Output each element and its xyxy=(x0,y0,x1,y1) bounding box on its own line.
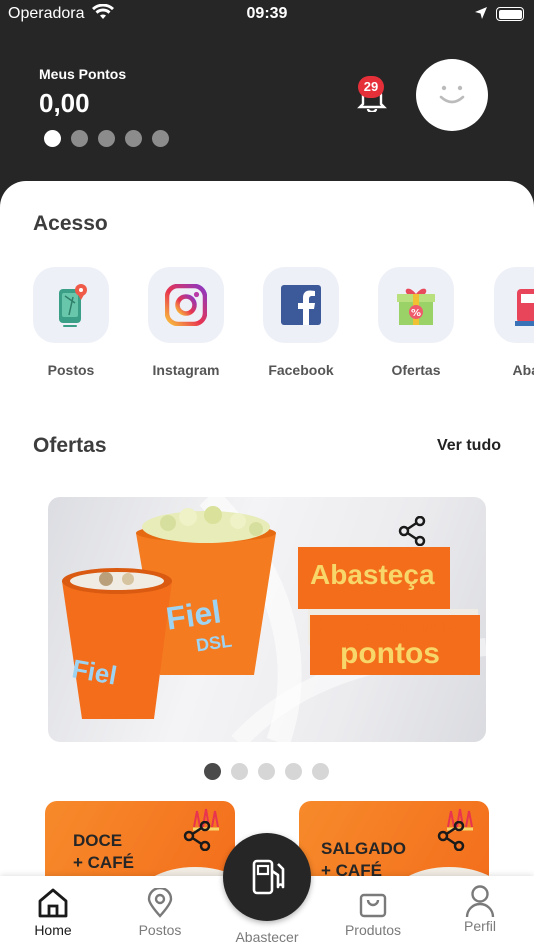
fuel-pump-icon[interactable] xyxy=(494,267,534,343)
access-label: Facebook xyxy=(268,362,334,378)
points-value: 0,00 xyxy=(39,88,90,118)
banner-headline: Abasteça xyxy=(310,559,435,590)
shopping-bag-icon xyxy=(359,893,387,918)
location-arrow-icon xyxy=(474,6,488,25)
map-pin-icon xyxy=(147,888,173,918)
pager-dot[interactable] xyxy=(285,763,302,780)
banner-cup-text: Fiel xyxy=(163,593,224,637)
refuel-label: Abastecer xyxy=(235,929,299,945)
banner-arrows: >> xyxy=(318,612,355,637)
access-item-postos[interactable]: Postos xyxy=(23,267,119,378)
offer-banner[interactable]: >> Fiel DSL Fiel Abasteça e acumule pont… xyxy=(48,497,486,742)
see-all-link[interactable]: Ver tudo xyxy=(437,437,501,455)
battery-icon xyxy=(496,7,524,21)
svg-text:%: % xyxy=(411,308,421,319)
pager-dot[interactable] xyxy=(152,130,169,147)
share-icon[interactable] xyxy=(183,820,211,856)
tab-postos[interactable]: Postos xyxy=(115,876,205,950)
pager-dot[interactable] xyxy=(312,763,329,780)
refuel-fab-button[interactable] xyxy=(223,833,311,921)
facebook-icon[interactable] xyxy=(263,267,339,343)
avatar[interactable] xyxy=(416,59,488,131)
access-item-abastecer[interactable]: Abast xyxy=(484,267,534,378)
offer-card-line1: SALGADO xyxy=(321,839,406,858)
access-label: Ofertas xyxy=(391,362,441,378)
points-label: Meus Pontos xyxy=(39,66,127,82)
access-label: Instagram xyxy=(152,362,220,378)
user-icon xyxy=(465,885,495,918)
banner-footline: pontos xyxy=(340,637,440,670)
access-item-ofertas[interactable]: % Ofertas xyxy=(368,267,464,378)
pager-dot[interactable] xyxy=(258,763,275,780)
tab-label: Produtos xyxy=(344,922,402,938)
access-shortcuts: Postos Instagram Facebook % Ofertas Ab xyxy=(0,267,534,387)
points-pager[interactable] xyxy=(44,130,169,147)
smiley-icon xyxy=(439,85,465,104)
pager-dot[interactable] xyxy=(204,763,221,780)
offer-card-line2: + CAFÉ xyxy=(73,853,134,872)
pager-dot[interactable] xyxy=(44,130,61,147)
map-pin-phone-icon[interactable] xyxy=(33,267,109,343)
banner-subline: e acumule xyxy=(362,617,455,638)
gift-icon[interactable]: % xyxy=(378,267,454,343)
access-label: Postos xyxy=(47,362,95,378)
pager-dot[interactable] xyxy=(125,130,142,147)
offer-card-line1: DOCE xyxy=(73,831,123,850)
pager-dot[interactable] xyxy=(231,763,248,780)
instagram-icon[interactable] xyxy=(148,267,224,343)
home-icon xyxy=(38,888,68,918)
notification-badge: 29 xyxy=(358,76,384,98)
tab-label: Postos xyxy=(138,922,182,938)
access-section-title: Acesso xyxy=(33,212,108,235)
access-item-facebook[interactable]: Facebook xyxy=(253,267,349,378)
offers-pager[interactable] xyxy=(204,763,329,780)
fuel-pump-icon xyxy=(252,859,285,895)
share-icon[interactable] xyxy=(437,820,465,856)
tab-label: Perfil xyxy=(464,918,496,934)
tab-perfil[interactable]: Perfil xyxy=(435,876,525,950)
pager-dot[interactable] xyxy=(98,130,115,147)
share-icon[interactable] xyxy=(398,515,426,551)
clock: 09:39 xyxy=(246,5,288,22)
offers-section-title: Ofertas xyxy=(33,434,107,457)
tab-home[interactable]: Home xyxy=(8,876,98,950)
pager-dot[interactable] xyxy=(71,130,88,147)
access-item-instagram[interactable]: Instagram xyxy=(138,267,234,378)
tab-label: Home xyxy=(34,922,72,938)
status-bar: Operadora 09:39 xyxy=(0,0,534,30)
access-label: Abast xyxy=(512,362,534,378)
tab-produtos[interactable]: Produtos xyxy=(328,876,418,950)
